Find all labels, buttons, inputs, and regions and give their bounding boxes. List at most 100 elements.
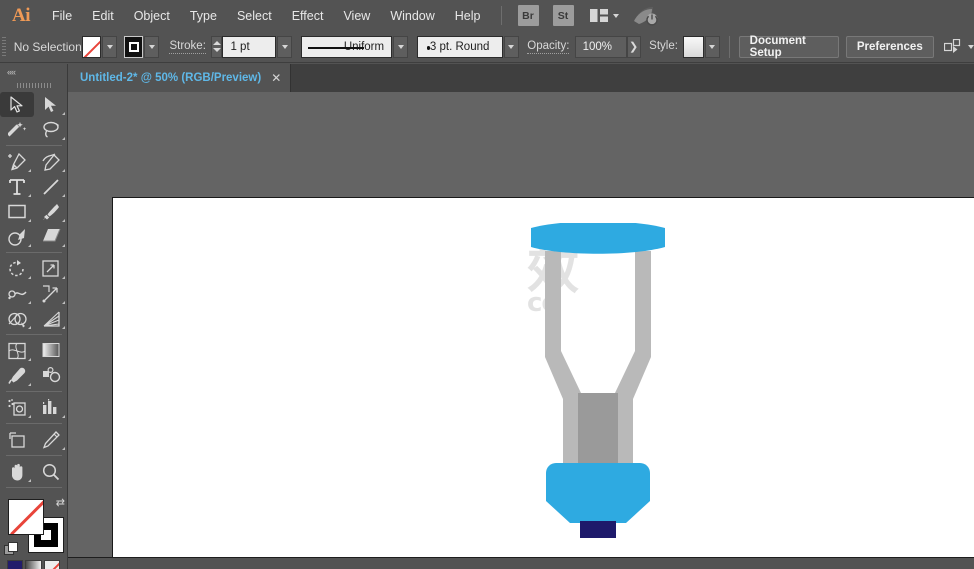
chevron-down-icon (968, 45, 974, 49)
brush-definition-value: 3 pt. Round (430, 41, 489, 53)
document-tab-title: Untitled-2* @ 50% (RGB/Preview) (80, 72, 261, 84)
crutch-illustration[interactable] (523, 223, 673, 538)
gradient-tool[interactable] (34, 338, 68, 363)
tools-divider (6, 487, 62, 488)
hand-tool[interactable] (0, 459, 34, 484)
stock-badge-icon[interactable]: St (553, 5, 574, 26)
menu-item-type[interactable]: Type (180, 5, 227, 27)
tools-divider (6, 145, 62, 146)
collapse-panel-button[interactable]: «« (0, 64, 67, 79)
line-segment-tool[interactable] (34, 174, 68, 199)
menu-item-edit[interactable]: Edit (82, 5, 124, 27)
menu-item-file[interactable]: File (42, 5, 82, 27)
zoom-tool[interactable] (34, 459, 68, 484)
uniform-profile-icon (308, 47, 364, 50)
canvas-area[interactable]: 效 co (68, 92, 974, 569)
magic-wand-tool[interactable] (0, 117, 34, 142)
tools-divider (6, 423, 62, 424)
artboard-tool[interactable] (0, 427, 34, 452)
select-similar-objects-icon[interactable] (944, 39, 974, 54)
brush-definition-select[interactable]: 3 pt. Round (417, 36, 503, 58)
stroke-profile-select[interactable]: Uniform (301, 36, 392, 58)
fill-swatch[interactable] (82, 36, 101, 58)
style-label: Style: (649, 40, 678, 53)
pen-tool[interactable] (0, 149, 34, 174)
symbol-sprayer-tool[interactable] (0, 395, 34, 420)
control-bar-grip[interactable] (0, 31, 8, 63)
eraser-tool[interactable] (34, 224, 68, 249)
menu-item-help[interactable]: Help (445, 5, 491, 27)
status-bar (68, 557, 974, 569)
mesh-tool[interactable] (0, 338, 34, 363)
stroke-weight-stepper[interactable] (211, 36, 222, 58)
artboard-1[interactable]: 效 co (112, 197, 974, 557)
chevron-down-icon (709, 45, 715, 49)
brush-definition-dropdown-button[interactable] (504, 36, 519, 58)
crutch-right-shaft (615, 251, 651, 471)
menu-item-window[interactable]: Window (380, 5, 444, 27)
crutch-left-shaft (545, 251, 581, 471)
opacity-input[interactable]: 100% (575, 36, 627, 58)
perspective-grid-tool[interactable] (34, 306, 68, 331)
fill-dropdown-button[interactable] (102, 36, 117, 58)
free-transform-tool[interactable] (34, 281, 68, 306)
curvature-tool[interactable] (34, 149, 68, 174)
gradient-button[interactable] (25, 560, 41, 569)
rocket-icon[interactable] (633, 6, 659, 26)
default-fill-stroke-icon[interactable] (4, 542, 17, 555)
color-button[interactable] (7, 560, 23, 569)
stroke-weight-input[interactable]: 1 pt (222, 36, 276, 58)
selection-status-label: No Selection (8, 40, 83, 54)
chevron-down-icon (398, 45, 404, 49)
column-graph-tool[interactable] (34, 395, 68, 420)
close-icon[interactable]: ✕ (271, 73, 281, 83)
document-tab-strip: Untitled-2* @ 50% (RGB/Preview) ✕ (68, 64, 974, 92)
opacity-more-button[interactable]: ❯ (627, 36, 641, 58)
menu-item-object[interactable]: Object (124, 5, 180, 27)
stroke-profile-dropdown-button[interactable] (393, 36, 408, 58)
fill-color-none[interactable] (8, 499, 44, 535)
shaper-tool[interactable] (0, 224, 34, 249)
chevron-down-icon (613, 14, 619, 18)
tools-panel: «« (0, 64, 68, 569)
width-tool[interactable] (0, 281, 34, 306)
graphic-style-swatch[interactable] (683, 36, 704, 58)
arrange-documents-icon[interactable] (590, 9, 619, 22)
graphic-style-dropdown-button[interactable] (705, 36, 720, 58)
blend-tool[interactable] (34, 363, 68, 388)
opacity-label[interactable]: Opacity: (527, 40, 569, 54)
eyedropper-tool[interactable] (0, 363, 34, 388)
bridge-badge-icon[interactable]: Br (518, 5, 539, 26)
paintbrush-tool[interactable] (34, 199, 68, 224)
document-setup-button[interactable]: Document Setup (739, 36, 839, 58)
selection-tool[interactable] (0, 92, 34, 117)
none-button[interactable] (44, 560, 60, 569)
menu-item-select[interactable]: Select (227, 5, 282, 27)
menu-item-view[interactable]: View (333, 5, 380, 27)
scale-tool[interactable] (34, 256, 68, 281)
type-tool[interactable] (0, 174, 34, 199)
swap-fill-stroke-icon[interactable]: ⇄ (56, 496, 65, 509)
stroke-weight-label[interactable]: Stroke: (169, 40, 205, 54)
control-bar: No Selection Stroke: 1 pt Uniform (0, 31, 974, 63)
preferences-button[interactable]: Preferences (846, 36, 934, 58)
illustrator-window: Ai File Edit Object Type Select Effect V… (0, 0, 974, 569)
lasso-tool[interactable] (34, 117, 68, 142)
crutch-center-block (578, 393, 618, 471)
document-tab[interactable]: Untitled-2* @ 50% (RGB/Preview) ✕ (68, 64, 291, 92)
direct-selection-tool[interactable] (34, 92, 68, 117)
slice-tool[interactable] (34, 427, 68, 452)
tools-grid (0, 92, 68, 491)
stroke-swatch[interactable] (124, 36, 143, 58)
tools-panel-grip[interactable] (0, 79, 67, 92)
chevron-down-icon (282, 45, 288, 49)
rotate-tool[interactable] (0, 256, 34, 281)
stroke-dropdown-button[interactable] (144, 36, 159, 58)
control-bar-divider (729, 36, 730, 58)
shape-builder-tool[interactable] (0, 306, 34, 331)
menu-item-effect[interactable]: Effect (282, 5, 334, 27)
rectangle-tool[interactable] (0, 199, 34, 224)
chevron-down-icon (107, 45, 113, 49)
illustrator-logo-icon: Ai (0, 0, 42, 31)
stroke-weight-dropdown-button[interactable] (277, 36, 292, 58)
